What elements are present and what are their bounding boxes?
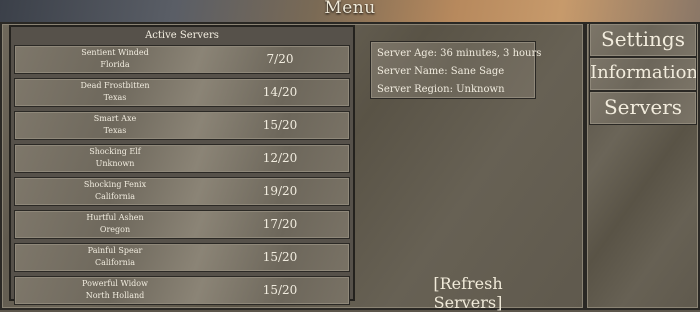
server-name: Sentient Winded [81,48,149,57]
server-region: California [94,258,136,267]
player-count: 12/20 [262,151,298,165]
server-row[interactable]: Powerful Widow North Holland 15/20 [14,276,350,305]
server-row[interactable]: Painful Spear California 15/20 [14,243,350,272]
player-count: 17/20 [262,217,298,231]
server-row[interactable]: Dead Frostbitten Texas 14/20 [14,78,350,107]
server-row[interactable]: Hurtful Ashen Oregon 17/20 [14,210,350,239]
server-region-info: Server Region: Unknown [377,84,505,95]
server-region: Florida [100,60,130,69]
servers-button[interactable]: Servers [589,91,697,125]
player-count: 15/20 [262,283,298,297]
information-button[interactable]: Information [589,57,697,91]
server-region: North Holland [85,291,145,300]
player-count: 19/20 [262,184,298,198]
server-list-header: Active Servers [145,30,219,41]
player-count: 15/20 [262,118,298,132]
server-region: Texas [103,93,127,102]
server-name: Shocking Fenix [83,180,147,189]
server-region: Oregon [99,225,131,234]
player-count: 14/20 [262,85,298,99]
server-name: Shocking Elf [89,147,141,156]
server-row[interactable]: Shocking Fenix California 19/20 [14,177,350,206]
server-name: Hurtful Ashen [86,213,144,222]
server-name: Smart Axe [93,114,137,123]
server-region: Unknown [95,159,135,168]
server-row[interactable]: Smart Axe Texas 15/20 [14,111,350,140]
server-list[interactable]: Active Servers Sentient Winded Florida 7… [9,25,355,305]
server-info-panel: Server Age: 36 minutes, 3 hours Server N… [370,41,542,99]
server-row[interactable]: Sentient Winded Florida 7/20 [14,45,350,74]
server-name-info: Server Name: Sane Sage [377,66,505,77]
server-name: Powerful Widow [82,279,148,288]
server-row[interactable]: Shocking Elf Unknown 12/20 [14,144,350,173]
server-name: Dead Frostbitten [80,81,150,90]
server-region: Texas [103,126,127,135]
player-count: 15/20 [262,250,298,264]
server-name: Painful Spear [87,246,143,255]
settings-button[interactable]: Settings [589,23,697,57]
server-region: California [94,192,136,201]
refresh-servers-button[interactable]: [Refresh Servers] [398,274,538,312]
player-count: 7/20 [266,52,294,66]
menu-title: Menu [324,0,376,18]
server-age: Server Age: 36 minutes, 3 hours [377,48,542,59]
